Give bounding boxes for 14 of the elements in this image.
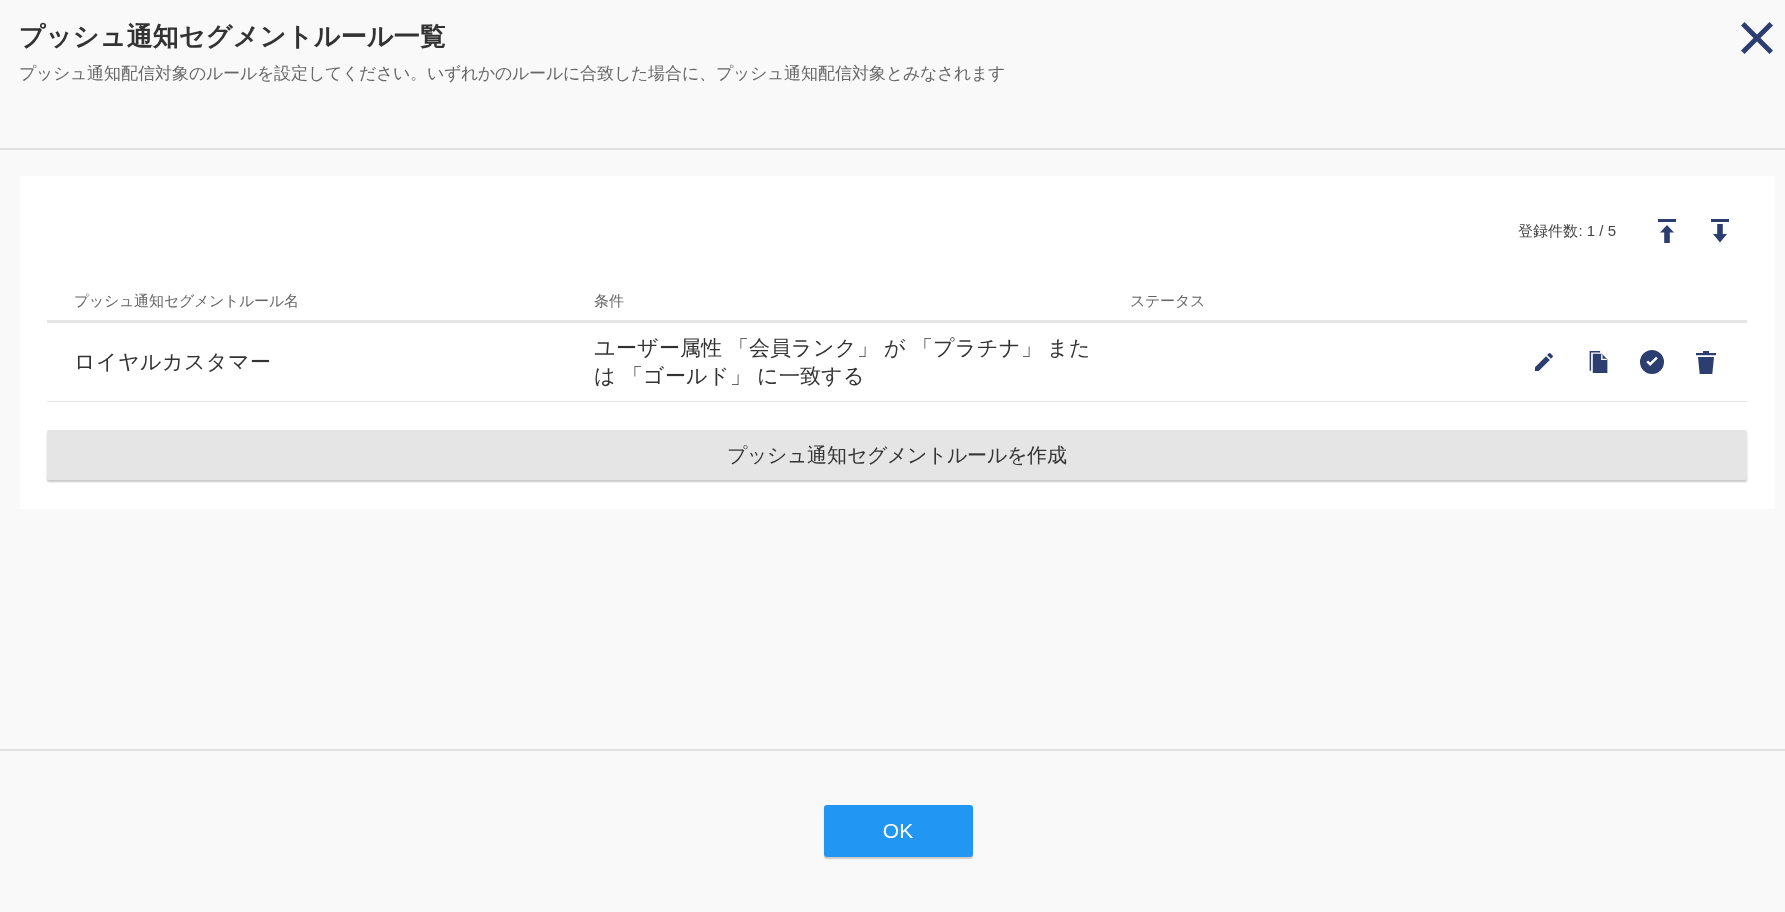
dialog-title: プッシュ通知セグメントルール一覧 xyxy=(19,20,447,53)
rule-condition: ユーザー属性 「会員ランク」 が 「プラチナ」 または 「ゴールド」 に一致する xyxy=(594,335,1093,389)
download-icon[interactable] xyxy=(1711,219,1729,243)
dialog-description: プッシュ通知配信対象のルールを設定してください。いずれかのルールに合致した場合に、プッシュ通知配信対象とみなされます xyxy=(19,63,1005,85)
record-count: 登録件数: 1 / 5 xyxy=(1518,220,1616,241)
create-rule-button[interactable]: プッシュ通知セグメントルールを作成 xyxy=(47,430,1747,480)
close-icon[interactable] xyxy=(1738,19,1776,57)
edit-icon[interactable] xyxy=(1532,350,1556,374)
rule-name: ロイヤルカスタマー xyxy=(73,349,272,376)
column-header: 条件 xyxy=(594,290,625,311)
column-header: プッシュ通知セグメントルール名 xyxy=(73,290,300,311)
upload-icon[interactable] xyxy=(1658,219,1676,243)
trash-icon[interactable] xyxy=(1694,350,1718,374)
column-header: ステータス xyxy=(1130,290,1206,311)
